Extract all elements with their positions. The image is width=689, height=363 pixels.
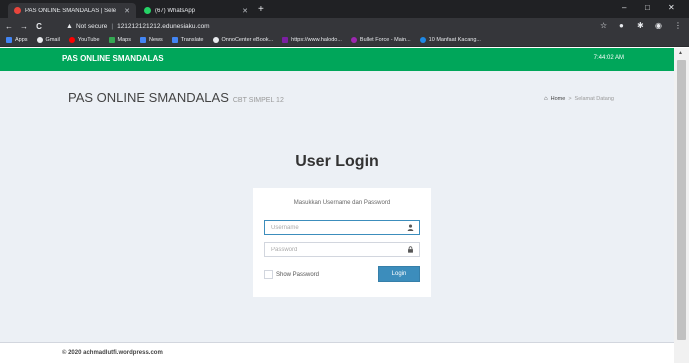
new-tab-button[interactable]: + bbox=[258, 3, 264, 16]
bookmark-label: https://www.halodo... bbox=[291, 37, 342, 43]
app-header: PAS ONLINE SMANDALAS 7:44:02 AM bbox=[0, 48, 674, 71]
address-separator: | bbox=[111, 22, 114, 30]
breadcrumb: ⌂ Home > Selamat Datang bbox=[544, 96, 614, 102]
username-field bbox=[264, 220, 420, 235]
web-page: PAS ONLINE SMANDALAS 7:44:02 AM PAS ONLI… bbox=[0, 48, 674, 363]
translate-icon bbox=[171, 37, 178, 43]
bookmark-label: Apps bbox=[15, 37, 28, 43]
breadcrumb-separator: > bbox=[568, 96, 572, 102]
bookmark-star-icon[interactable]: ☆ bbox=[600, 21, 607, 30]
gmail-icon bbox=[36, 37, 43, 43]
footer-copyright: © 2020 achmadlutfi.wordpress.com bbox=[62, 350, 163, 356]
youtube-icon bbox=[68, 37, 75, 43]
apps-grid-icon bbox=[6, 37, 12, 43]
clock: 7:44:02 AM bbox=[593, 55, 624, 61]
browser-tab-active[interactable]: PAS ONLINE SMANDALAS | Sele ✕ bbox=[8, 3, 136, 18]
bookmark-label: YouTube bbox=[77, 37, 100, 43]
back-button[interactable]: ← bbox=[3, 22, 15, 31]
bookmark-halodoc[interactable]: https://www.halodo... bbox=[282, 37, 342, 43]
security-label: Not secure bbox=[75, 22, 108, 30]
bookmark-apps[interactable]: Apps bbox=[6, 37, 28, 43]
whatsapp-icon bbox=[144, 7, 151, 14]
page-title-text: PAS ONLINE SMANDALAS bbox=[68, 90, 229, 105]
lock-icon bbox=[407, 246, 414, 255]
show-password-checkbox[interactable] bbox=[264, 270, 273, 279]
forward-button[interactable]: → bbox=[18, 22, 30, 31]
bookmark-maps[interactable]: Maps bbox=[108, 37, 131, 43]
bookmark-label: OnnoCenter eBook... bbox=[221, 37, 274, 43]
scrollbar-thumb[interactable] bbox=[677, 60, 686, 340]
reload-button[interactable]: C bbox=[33, 22, 45, 31]
bookmark-translate[interactable]: Translate bbox=[171, 37, 204, 43]
menu-kebab-icon[interactable]: ⋮ bbox=[674, 21, 682, 30]
article-icon bbox=[419, 37, 426, 43]
bookmark-label: Gmail bbox=[45, 37, 60, 43]
news-icon bbox=[140, 37, 146, 43]
home-icon: ⌂ bbox=[544, 96, 548, 102]
maximize-button[interactable]: □ bbox=[645, 3, 650, 12]
maps-pin-icon bbox=[108, 37, 115, 43]
bullet-force-icon bbox=[350, 37, 357, 43]
bookmark-manfaat-kacang[interactable]: 10 Manfaat Kacang... bbox=[419, 37, 481, 43]
bookmark-youtube[interactable]: YouTube bbox=[68, 37, 100, 43]
browser-tab-strip: PAS ONLINE SMANDALAS | Sele ✕ (67) Whats… bbox=[0, 0, 689, 18]
login-heading: User Login bbox=[295, 153, 379, 170]
browser-tab-whatsapp[interactable]: (67) WhatsApp ✕ bbox=[138, 3, 254, 18]
bookmark-label: Bullet Force - Main... bbox=[359, 37, 411, 43]
page-footer: © 2020 achmadlutfi.wordpress.com bbox=[0, 342, 674, 363]
browser-toolbar: ← → C ▲ Not secure | 121212121212.edunes… bbox=[0, 18, 689, 34]
tab-title: (67) WhatsApp bbox=[155, 7, 196, 14]
extensions-puzzle-icon[interactable]: ✱ bbox=[637, 21, 644, 30]
url-text[interactable]: 121212121212.edunesiaku.com bbox=[117, 23, 210, 30]
halodoc-icon bbox=[282, 37, 289, 43]
login-button[interactable]: Login bbox=[378, 266, 420, 282]
close-tab-icon[interactable]: ✕ bbox=[242, 7, 248, 15]
bookmark-label: Translate bbox=[180, 37, 204, 43]
bookmark-news[interactable]: News bbox=[140, 37, 163, 43]
vertical-scrollbar[interactable]: ▲ bbox=[674, 48, 689, 363]
close-tab-icon[interactable]: ✕ bbox=[124, 7, 130, 15]
login-box: Masukkan Username dan Password Show Pass… bbox=[253, 188, 431, 297]
extension-icon[interactable]: ● bbox=[619, 21, 624, 30]
username-input[interactable] bbox=[265, 221, 395, 234]
bookmarks-bar: Apps Gmail YouTube Maps News Translate O… bbox=[0, 34, 689, 47]
app-brand[interactable]: PAS ONLINE SMANDALAS bbox=[62, 54, 164, 63]
login-message: Masukkan Username dan Password bbox=[293, 200, 391, 206]
password-field bbox=[264, 242, 420, 257]
warning-icon[interactable]: ▲ bbox=[66, 23, 73, 30]
page-subtitle: CBT SIMPEL 12 bbox=[232, 97, 284, 104]
tab-title: PAS ONLINE SMANDALAS | Sele bbox=[25, 7, 117, 14]
bookmark-label: Maps bbox=[117, 37, 131, 43]
profile-avatar-icon[interactable]: ◉ bbox=[655, 21, 662, 30]
close-window-button[interactable]: ✕ bbox=[668, 3, 675, 12]
breadcrumb-current: Selamat Datang bbox=[574, 96, 614, 102]
bookmark-onnocenter[interactable]: OnnoCenter eBook... bbox=[212, 37, 274, 43]
address-bar[interactable]: ▲ Not secure | 121212121212.edunesiaku.c… bbox=[66, 20, 629, 32]
bookmark-gmail[interactable]: Gmail bbox=[36, 37, 60, 43]
scroll-up-arrow-icon[interactable]: ▲ bbox=[678, 50, 683, 56]
bookmark-label: 10 Manfaat Kacang... bbox=[428, 37, 481, 43]
user-icon bbox=[407, 224, 414, 233]
site-favicon-icon bbox=[14, 7, 21, 14]
bookmark-label: News bbox=[149, 37, 163, 43]
globe-icon bbox=[212, 37, 219, 43]
page-title: PAS ONLINE SMANDALAS CBT SIMPEL 12 bbox=[68, 90, 284, 105]
breadcrumb-home-link[interactable]: Home bbox=[551, 96, 566, 102]
show-password-toggle[interactable]: Show Password bbox=[264, 270, 319, 279]
bookmark-bullet-force[interactable]: Bullet Force - Main... bbox=[350, 37, 411, 43]
minimize-button[interactable]: – bbox=[622, 3, 626, 12]
show-password-label: Show Password bbox=[276, 271, 320, 278]
password-input[interactable] bbox=[265, 243, 395, 256]
